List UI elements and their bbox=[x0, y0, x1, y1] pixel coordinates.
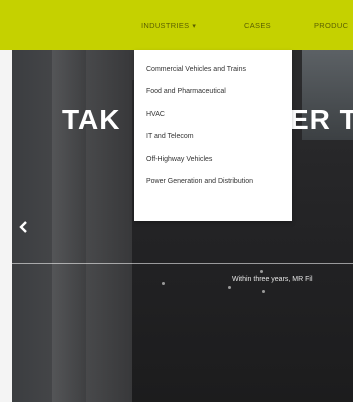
nav-industries[interactable]: INDUSTRIES ▾ bbox=[141, 19, 196, 33]
hero-dot bbox=[162, 282, 165, 285]
slider-prev-button[interactable] bbox=[15, 220, 33, 238]
chevron-left-icon bbox=[19, 221, 27, 233]
hero-divider bbox=[12, 263, 353, 264]
hero-dot bbox=[262, 290, 265, 293]
chevron-down-icon: ▾ bbox=[192, 23, 197, 30]
hero-subtitle: Within three years, MR Fil bbox=[232, 276, 313, 283]
dropdown-item-commercial-vehicles[interactable]: Commercial Vehicles and Trains bbox=[146, 65, 286, 75]
dropdown-item-food-pharmaceutical[interactable]: Food and Pharmaceutical bbox=[146, 87, 286, 97]
nav-industries-label: INDUSTRIES bbox=[141, 21, 190, 30]
hero-background-pillar bbox=[52, 50, 86, 402]
dropdown-item-off-highway[interactable]: Off-Highway Vehicles bbox=[146, 155, 286, 165]
dropdown-item-it-telecom[interactable]: IT and Telecom bbox=[146, 132, 286, 142]
industries-dropdown-menu: Commercial Vehicles and Trains Food and … bbox=[134, 50, 292, 221]
nav-cases[interactable]: CASES bbox=[244, 19, 271, 33]
hero-title-left: TAK bbox=[62, 104, 121, 135]
hero-title-right: ER T bbox=[290, 104, 353, 135]
top-nav-bar: INDUSTRIES ▾ CASES PRODUC bbox=[0, 0, 353, 50]
hero-left-margin bbox=[0, 50, 12, 402]
dropdown-item-hvac[interactable]: HVAC bbox=[146, 110, 286, 120]
hero-dot bbox=[228, 286, 231, 289]
nav-products[interactable]: PRODUC bbox=[314, 19, 348, 33]
dropdown-item-power-generation[interactable]: Power Generation and Distribution bbox=[146, 177, 286, 187]
hero-dot bbox=[260, 270, 263, 273]
